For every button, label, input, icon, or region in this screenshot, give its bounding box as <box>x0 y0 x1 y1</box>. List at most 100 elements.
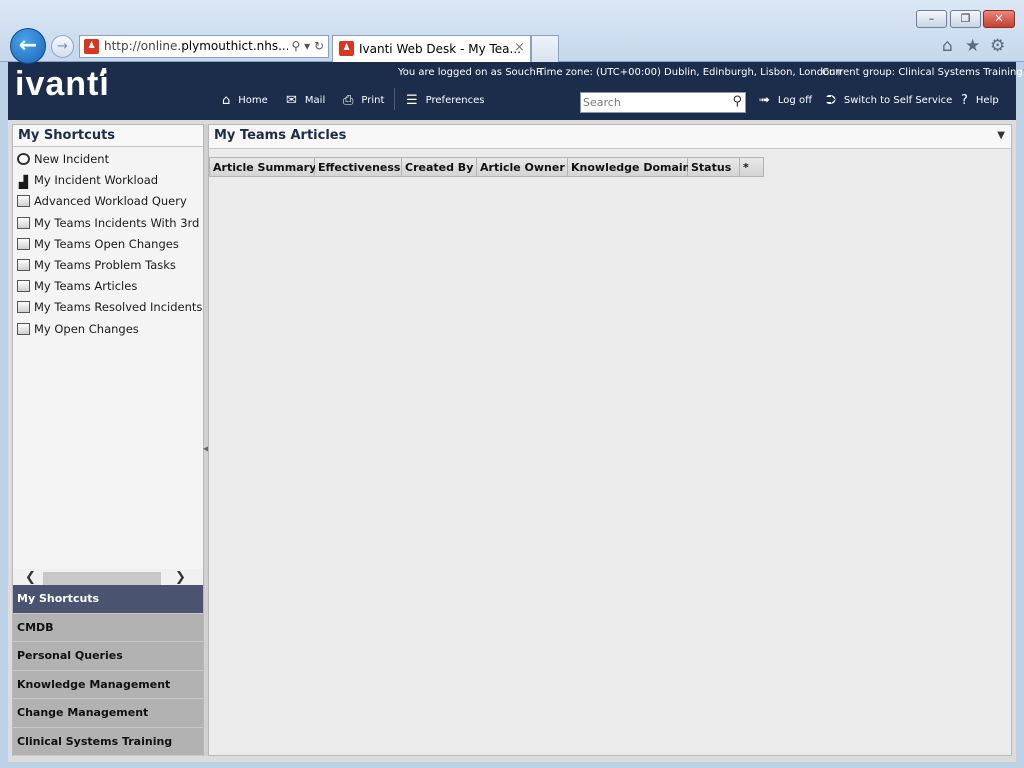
accordion-clinical-systems-training[interactable]: Clinical Systems Training <box>13 727 203 756</box>
scrollbar-thumb[interactable] <box>43 572 161 585</box>
query-icon <box>17 195 30 208</box>
shortcut-item[interactable]: My Teams Resolved Incidents <box>13 297 203 318</box>
accordion-change-management[interactable]: Change Management <box>13 699 203 728</box>
printer-icon: ⎙ <box>343 93 354 108</box>
nav-mail-label: Mail <box>304 95 326 106</box>
shortcut-label: My Teams Resolved Incidents <box>34 300 203 315</box>
panel-menu-chevron-icon[interactable]: ▼ <box>997 130 1005 141</box>
nav-home-button[interactable]: ⌂ Home <box>222 93 268 108</box>
shortcut-item[interactable]: My Teams Incidents With 3rd Party <box>13 213 203 234</box>
new-tab-button[interactable] <box>531 35 559 62</box>
articles-panel: My Teams Articles ▼ Article Summary Effe… <box>208 124 1012 756</box>
nav-logoff-label: Log off <box>777 95 812 106</box>
shortcuts-panel-title: My Shortcuts <box>13 125 203 147</box>
shortcut-item[interactable]: ▟ My Incident Workload <box>13 170 203 191</box>
shortcut-item[interactable]: New Incident <box>13 149 203 170</box>
shortcut-label: My Teams Open Changes <box>34 236 179 251</box>
switch-icon: ⮊ <box>826 93 836 108</box>
column-header-created-by[interactable]: Created By <box>402 157 477 177</box>
nav-switch-self-service-button[interactable]: ⮊ Switch to Self Service <box>826 93 952 108</box>
browser-chrome: – ❐ ✕ ← → ♟ http://online.plymouthict.nh… <box>0 0 1024 64</box>
nav-logoff-button[interactable]: ➟ Log off <box>759 93 812 108</box>
address-url-prefix: http://online. <box>104 39 182 53</box>
shortcut-item[interactable]: My Teams Articles <box>13 276 203 297</box>
shortcut-label: My Teams Problem Tasks <box>34 257 176 272</box>
address-bar[interactable]: ♟ http://online.plymouthict.nhs... ⚲ ▾ ↻ <box>79 35 329 58</box>
shortcut-label: Advanced Workload Query <box>34 194 187 209</box>
column-header-column-chooser[interactable]: * <box>740 157 764 177</box>
shortcut-list: New Incident ▟ My Incident Workload Advan… <box>13 149 203 577</box>
shortcut-item[interactable]: Advanced Workload Query <box>13 191 203 212</box>
column-header-article-owner[interactable]: Article Owner <box>477 157 568 177</box>
window-close-button[interactable]: ✕ <box>983 10 1015 28</box>
bar-chart-icon: ▟ <box>18 175 29 190</box>
app-window: ivanti You are logged on as SouchR Time … <box>8 62 1024 762</box>
nav-help-button[interactable]: ? Help <box>961 93 999 108</box>
column-header-status[interactable]: Status <box>688 157 740 177</box>
new-incident-icon <box>17 153 30 165</box>
accordion-my-shortcuts[interactable]: My Shortcuts <box>13 585 203 614</box>
shortcut-label: My Incident Workload <box>34 173 159 188</box>
tab-favicon-icon: ♟ <box>339 41 354 56</box>
mail-icon: ✉ <box>286 93 297 108</box>
query-icon <box>17 280 30 293</box>
nav-print-label: Print <box>361 95 385 106</box>
shortcut-item[interactable]: My Teams Problem Tasks <box>13 255 203 276</box>
search-input[interactable] <box>581 93 721 112</box>
tab-close-icon[interactable]: × <box>514 40 525 55</box>
accordion-cmdb[interactable]: CMDB <box>13 613 203 642</box>
address-url-host: plymouthict.nhs... <box>181 39 290 53</box>
forward-arrow-icon: → <box>57 39 68 54</box>
query-icon <box>17 216 30 229</box>
site-favicon-icon: ♟ <box>84 39 99 54</box>
shortcut-item[interactable]: My Open Changes <box>13 319 203 340</box>
nav-separator <box>394 88 395 110</box>
query-icon <box>17 322 30 335</box>
search-icon[interactable]: ⚲ <box>732 94 742 109</box>
column-header-article-summary[interactable]: Article Summary <box>209 157 316 177</box>
accordion-personal-queries[interactable]: Personal Queries <box>13 642 203 671</box>
accordion-knowledge-management[interactable]: Knowledge Management <box>13 670 203 699</box>
logoff-arrow-icon: ➟ <box>759 93 770 108</box>
current-group-label: Current group: Clinical Systems Training <box>822 67 1023 78</box>
shortcut-label: My Teams Articles <box>34 279 138 294</box>
nav-preferences-label: Preferences <box>425 95 485 106</box>
navigation-accordion: My Shortcuts CMDB Personal Queries Knowl… <box>13 585 203 756</box>
shortcut-label: New Incident <box>34 152 110 166</box>
tab-title: Ivanti Web Desk - My Tea... <box>359 42 521 56</box>
query-icon <box>17 237 30 250</box>
query-icon <box>17 258 30 271</box>
query-icon <box>17 301 30 314</box>
shortcut-item[interactable]: My Teams Open Changes <box>13 234 203 255</box>
address-controls-icon[interactable]: ⚲ ▾ ↻ <box>287 36 324 57</box>
home-icon[interactable]: ⌂ <box>942 36 953 56</box>
list-icon: ☰ <box>406 93 418 108</box>
column-header-knowledge-domain[interactable]: Knowledge Domain <box>568 157 691 177</box>
window-minimize-button[interactable]: – <box>916 10 947 28</box>
scroll-left-icon[interactable]: ❮ <box>25 570 36 585</box>
scroll-right-icon[interactable]: ❯ <box>175 570 186 585</box>
search-box: ⚲ <box>580 92 746 113</box>
forward-button[interactable]: → <box>51 35 74 58</box>
tools-gear-icon[interactable]: ⚙ <box>990 36 1005 56</box>
nav-mail-button[interactable]: ✉ Mail <box>286 93 325 108</box>
articles-panel-title: My Teams Articles ▼ <box>209 125 1011 149</box>
column-header-effectiveness[interactable]: Effectiveness <box>315 157 402 177</box>
panel-title-text: My Teams Articles <box>214 128 347 143</box>
browser-tab-active[interactable]: ♟ Ivanti Web Desk - My Tea... <box>332 35 531 62</box>
grid-header: Article Summary Effectiveness Created By… <box>209 157 764 177</box>
window-maximize-button[interactable]: ❐ <box>950 10 981 28</box>
nav-home-label: Home <box>238 95 268 106</box>
timezone-selector[interactable]: Time zone: (UTC+00:00) Dublin, Edinburgh… <box>538 67 842 78</box>
ivanti-logo: ivanti <box>15 65 110 103</box>
shortcuts-panel: My Shortcuts New Incident ▟ My Incident W… <box>12 124 204 756</box>
nav-print-button[interactable]: ⎙ Print <box>343 93 384 108</box>
shortcut-label: My Teams Incidents With 3rd Party <box>34 215 203 230</box>
back-button[interactable]: ← <box>10 28 46 64</box>
nav-preferences-button[interactable]: ☰ Preferences <box>406 93 484 108</box>
home-icon: ⌂ <box>222 93 231 108</box>
favorites-star-icon[interactable]: ★ <box>965 36 980 56</box>
nav-help-label: Help <box>975 95 999 106</box>
current-group-selector[interactable]: Current group: Clinical Systems Training… <box>822 67 1024 78</box>
app-header: ivanti You are logged on as SouchR Time … <box>8 62 1024 120</box>
